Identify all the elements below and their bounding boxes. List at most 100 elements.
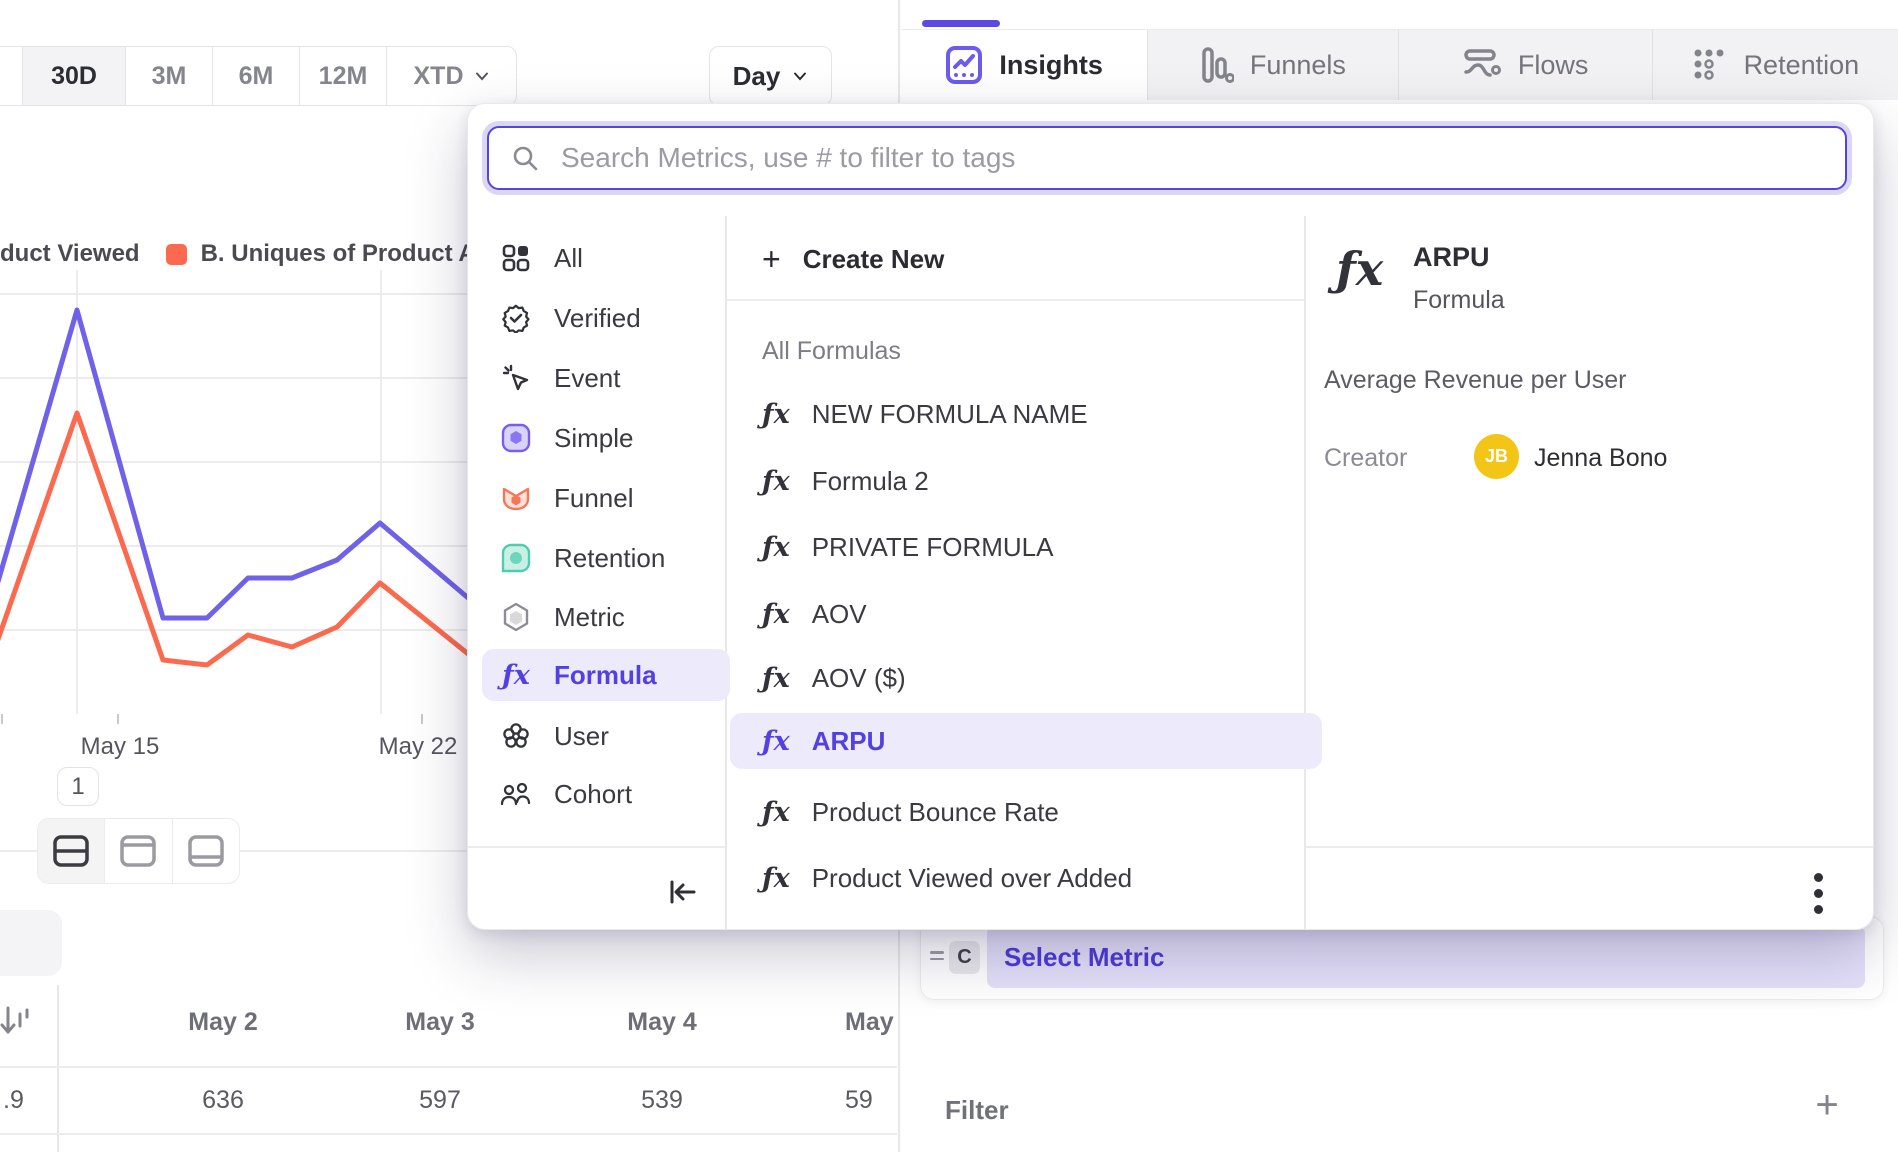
chevron-down-icon <box>474 68 490 84</box>
formula-item-label: Product Bounce Rate <box>812 797 1059 828</box>
category-all[interactable]: All <box>482 232 730 284</box>
detail-creator-label: Creator <box>1324 444 1407 473</box>
category-funnel[interactable]: Funnel <box>482 472 730 524</box>
time-range-3m[interactable]: 3M <box>125 47 212 105</box>
create-new-button[interactable]: + Create New <box>730 231 1322 287</box>
formula-item-label: ARPU <box>812 726 886 757</box>
table-header-may3[interactable]: May 3 <box>370 1008 510 1037</box>
formula-item[interactable]: ƒx AOV <box>730 586 1322 642</box>
legend-series-b-label[interactable]: B. Uniques of Product Add <box>201 240 505 268</box>
layout-bottom-button[interactable] <box>172 819 239 883</box>
category-label: Simple <box>554 423 633 454</box>
time-range-group: 30D 3M 6M 12M XTD <box>0 46 517 106</box>
category-retention[interactable]: Retention <box>482 532 730 584</box>
table-side-tab[interactable] <box>0 910 62 976</box>
time-range-partial-button[interactable] <box>0 47 22 105</box>
category-user[interactable]: User <box>482 710 730 762</box>
granularity-dropdown[interactable]: Day <box>709 46 832 106</box>
category-simple[interactable]: Simple <box>482 412 730 464</box>
formula-item[interactable]: ƒx Product Bounce Rate <box>730 784 1322 840</box>
time-range-30d[interactable]: 30D <box>22 47 125 105</box>
legend-series-b-swatch <box>166 244 187 265</box>
retention-metric-icon <box>500 542 532 574</box>
insights-chart-icon <box>945 45 983 85</box>
formula-item[interactable]: ƒx AOV ($) <box>730 650 1322 706</box>
chevron-down-icon <box>792 68 808 84</box>
detail-type: Formula <box>1413 286 1505 315</box>
search-input[interactable] <box>559 141 1823 175</box>
filter-section-label: Filter <box>945 1095 1009 1126</box>
formula-item-arpu-selected[interactable]: ƒx ARPU <box>730 713 1322 769</box>
table-header-may4[interactable]: May 4 <box>592 1008 732 1037</box>
tab-flows[interactable]: Flows <box>1398 30 1652 100</box>
sort-icon[interactable] <box>0 1004 30 1045</box>
category-formula[interactable]: ƒx Formula <box>482 649 730 701</box>
funnels-bars-icon <box>1200 46 1234 84</box>
layout-split-button[interactable] <box>38 819 104 883</box>
category-cohort[interactable]: Cohort <box>482 768 730 820</box>
table-cell: 597 <box>370 1086 510 1115</box>
more-options-button[interactable] <box>1808 866 1828 921</box>
top-panel-icon <box>120 835 156 867</box>
metric-hexagon-icon <box>500 601 532 633</box>
formula-fx-icon: ƒx <box>762 532 790 563</box>
creator-initials: JB <box>1485 446 1508 467</box>
granularity-value: Day <box>733 61 781 92</box>
select-metric-button[interactable]: Select Metric <box>987 926 1865 988</box>
category-event[interactable]: Event <box>482 352 730 404</box>
report-type-tabbar: Insights Funnels Flows Retention <box>901 30 1898 100</box>
time-range-6m[interactable]: 6M <box>212 47 299 105</box>
legend-series-a-label[interactable]: duct Viewed <box>0 240 140 268</box>
create-new-label: Create New <box>803 244 945 275</box>
tab-insights-label: Insights <box>999 50 1103 81</box>
formula-item-label: PRIVATE FORMULA <box>812 532 1054 563</box>
simple-metric-icon <box>500 422 532 454</box>
sidebar-footer-divider <box>468 846 725 848</box>
section-label: All Formulas <box>762 337 901 366</box>
formula-item[interactable]: ƒx Formula 2 <box>730 453 1322 509</box>
divider <box>726 299 1304 301</box>
app-root: { "colors": { "accent_purple": "#5b49e6"… <box>0 0 1898 1152</box>
report-tab-indicator <box>922 20 1000 27</box>
formula-item-label: AOV ($) <box>812 663 906 694</box>
formula-item[interactable]: ƒx PRIVATE FORMULA <box>730 519 1322 575</box>
plus-icon: + <box>762 243 781 275</box>
add-filter-button[interactable]: + <box>1805 1083 1849 1127</box>
table-cell: 59 <box>845 1086 897 1115</box>
formula-item[interactable]: ƒx Product Viewed over Added <box>730 850 1322 906</box>
collapse-sidebar-button[interactable] <box>666 876 700 913</box>
category-label: User <box>554 721 609 752</box>
formula-item-label: Formula 2 <box>812 466 929 497</box>
formula-fx-icon: ƒx <box>762 599 790 630</box>
series-a-line <box>0 310 500 625</box>
formula-fx-icon: ƒx <box>762 797 790 828</box>
page-number-badge[interactable]: 1 <box>57 767 99 806</box>
tab-insights[interactable]: Insights <box>901 30 1147 100</box>
time-range-12m[interactable]: 12M <box>299 47 386 105</box>
x-axis-label-may15: May 15 <box>60 733 180 761</box>
tab-retention-label: Retention <box>1744 50 1860 81</box>
metric-letter-badge: C <box>949 941 980 974</box>
tab-retention[interactable]: Retention <box>1652 30 1898 100</box>
table-header-may2[interactable]: May 2 <box>153 1008 293 1037</box>
chart-legend: duct Viewed B. Uniques of Product Add <box>0 240 505 268</box>
drag-handle[interactable] <box>930 947 944 964</box>
split-view-icon <box>53 835 89 867</box>
time-range-xtd[interactable]: XTD <box>386 47 516 105</box>
table-cell: 636 <box>153 1086 293 1115</box>
tab-funnels[interactable]: Funnels <box>1147 30 1397 100</box>
category-label: Formula <box>554 660 657 691</box>
x-axis-label-may22: May 22 <box>358 733 478 761</box>
event-cursor-icon <box>500 362 532 394</box>
category-label: Cohort <box>554 779 632 810</box>
category-label: Metric <box>554 602 625 633</box>
formula-item[interactable]: ƒx NEW FORMULA NAME <box>730 386 1322 442</box>
detail-description: Average Revenue per User <box>1324 366 1627 395</box>
time-range-xtd-label: XTD <box>414 62 464 91</box>
layout-top-button[interactable] <box>104 819 171 883</box>
category-verified[interactable]: Verified <box>482 292 730 344</box>
table-header-may5[interactable]: May <box>845 1008 897 1037</box>
category-label: All <box>554 243 583 274</box>
user-cluster-icon <box>500 720 532 752</box>
category-metric[interactable]: Metric <box>482 591 730 643</box>
